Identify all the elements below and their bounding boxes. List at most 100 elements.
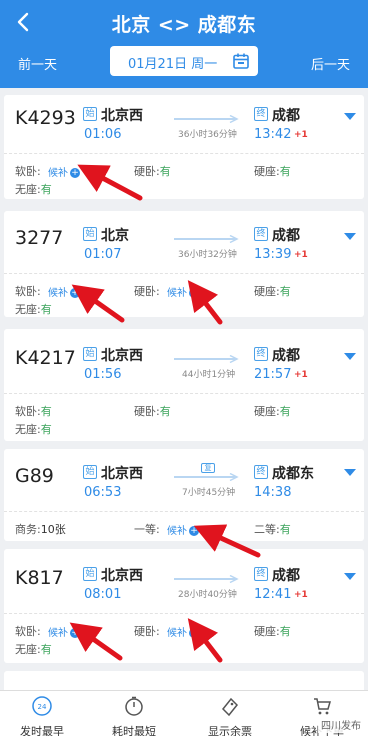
show-remaining-tickets-button[interactable]: 显示余票 bbox=[194, 695, 266, 736]
seat-label: 硬卧: bbox=[134, 285, 160, 298]
route-arrow-icon bbox=[174, 355, 239, 363]
divider bbox=[4, 613, 364, 614]
arrival-time: 12:41 bbox=[254, 587, 292, 602]
expand-chevron-icon[interactable] bbox=[344, 353, 356, 361]
duration: 36小时36分钟 bbox=[178, 130, 237, 140]
seat-hard-sleeper: 硬卧: bbox=[134, 283, 160, 299]
seat-value: 有 bbox=[40, 183, 52, 196]
arrival-station: 成都 bbox=[272, 568, 300, 584]
expand-chevron-icon[interactable] bbox=[344, 573, 356, 581]
next-day-button[interactable]: 后一天 bbox=[311, 54, 350, 73]
divider bbox=[4, 511, 364, 512]
seat-hard-seat: 硬座:有 bbox=[254, 403, 291, 419]
arrival-time: 13:42 bbox=[254, 127, 292, 142]
next-day-indicator: +1 bbox=[294, 250, 308, 260]
expand-chevron-icon[interactable] bbox=[344, 469, 356, 477]
sort-shortest-duration-button[interactable]: 耗时最短 bbox=[98, 695, 170, 736]
waitlist-button[interactable]: 候补 + bbox=[48, 284, 80, 299]
seat-hard-sleeper: 硬卧:有 bbox=[134, 403, 171, 419]
add-circle-icon: + bbox=[189, 288, 199, 298]
seat-first-class: 一等: bbox=[134, 521, 160, 537]
waitlist-button[interactable]: 候补 + bbox=[48, 164, 80, 179]
tab-label: 耗时最短 bbox=[112, 725, 156, 736]
train-card-k4293[interactable]: K4293 始 北京西 01:06 36小时36分钟 终 成都 13:42 +1… bbox=[4, 95, 364, 199]
arrival-station: 成都 bbox=[272, 108, 300, 124]
seat-label: 无座: bbox=[15, 643, 41, 656]
train-card-g89[interactable]: G89 始 北京西 06:53 复 7小时45分钟 终 成都东 14:38 商务… bbox=[4, 449, 364, 541]
waitlist-text: 候补 bbox=[167, 288, 187, 299]
departure-time: 08:01 bbox=[84, 587, 122, 602]
seat-standing: 无座:有 bbox=[15, 301, 52, 317]
sort-earliest-departure-button[interactable]: 24 发时最早 bbox=[6, 695, 78, 736]
departure-time: 01:56 bbox=[84, 367, 122, 382]
top-bar: 北京 <> 成都东 前一天 01月21日 周一 后一天 bbox=[0, 0, 368, 88]
watermark: 四川发布 bbox=[318, 716, 364, 733]
next-day-indicator: +1 bbox=[294, 130, 308, 140]
seat-label: 硬卧: bbox=[134, 405, 160, 418]
waitlist-text: 候补 bbox=[167, 628, 187, 639]
train-number: G89 bbox=[15, 465, 54, 487]
route-arrow-icon bbox=[174, 575, 239, 583]
seat-value: 有 bbox=[159, 405, 171, 418]
terminal-badge: 终 bbox=[254, 465, 268, 479]
svg-text:24: 24 bbox=[38, 703, 47, 711]
seat-value: 有 bbox=[279, 405, 291, 418]
ticket-icon bbox=[221, 697, 239, 717]
next-day-indicator: +1 bbox=[294, 590, 308, 600]
train-card-k4217[interactable]: K4217 始 北京西 01:56 44小时1分钟 终 成都 21:57 +1 … bbox=[4, 329, 364, 441]
tab-label: 发时最早 bbox=[20, 725, 64, 736]
arrival-station: 成都 bbox=[272, 228, 300, 244]
arrival-time: 14:38 bbox=[254, 485, 292, 500]
seat-label: 二等: bbox=[254, 523, 280, 536]
seat-label: 硬卧: bbox=[134, 625, 160, 638]
train-number: 3277 bbox=[15, 227, 64, 249]
add-circle-icon: + bbox=[189, 628, 199, 638]
seat-soft-sleeper: 软卧: bbox=[15, 283, 41, 299]
waitlist-button[interactable]: 候补 + bbox=[167, 624, 199, 639]
seat-label: 商务: bbox=[15, 523, 41, 536]
seat-standing: 无座:有 bbox=[15, 421, 52, 437]
duration: 7小时45分钟 bbox=[182, 488, 236, 498]
seat-value: 10张 bbox=[40, 523, 66, 536]
seat-label: 一等: bbox=[134, 523, 160, 536]
seat-label: 软卧: bbox=[15, 405, 41, 418]
seat-value: 有 bbox=[279, 165, 291, 178]
seat-hard-sleeper: 硬卧: bbox=[134, 623, 160, 639]
arrival-station: 成都 bbox=[272, 348, 300, 364]
seat-label: 硬座: bbox=[254, 285, 280, 298]
route-title: 北京 <> 成都东 bbox=[111, 14, 257, 36]
departure-station: 北京西 bbox=[101, 466, 143, 482]
seat-hard-seat: 硬座:有 bbox=[254, 283, 291, 299]
origin-badge: 始 bbox=[83, 567, 97, 581]
departure-station: 北京西 bbox=[101, 348, 143, 364]
seat-standing: 无座:有 bbox=[15, 181, 52, 197]
origin-badge: 始 bbox=[83, 465, 97, 479]
seat-soft-sleeper: 软卧: bbox=[15, 163, 41, 179]
seat-label: 软卧: bbox=[15, 165, 41, 178]
add-circle-icon: + bbox=[70, 288, 80, 298]
train-card-k817[interactable]: K817 始 北京西 08:01 28小时40分钟 终 成都 12:41 +1 … bbox=[4, 549, 364, 663]
add-circle-icon: + bbox=[189, 526, 199, 536]
train-card-3277[interactable]: 3277 始 北京 01:07 36小时32分钟 终 成都 13:39 +1 软… bbox=[4, 211, 364, 317]
seat-label: 无座: bbox=[15, 423, 41, 436]
departure-station: 北京西 bbox=[101, 108, 143, 124]
seat-label: 硬座: bbox=[254, 165, 280, 178]
prev-day-button[interactable]: 前一天 bbox=[18, 54, 57, 73]
train-number: K4217 bbox=[15, 347, 76, 369]
arrival-time: 13:39 bbox=[254, 247, 292, 262]
expand-chevron-icon[interactable] bbox=[344, 113, 356, 121]
waitlist-button[interactable]: 候补 + bbox=[167, 522, 199, 537]
expand-chevron-icon[interactable] bbox=[344, 233, 356, 241]
waitlist-button[interactable]: 候补 + bbox=[167, 284, 199, 299]
departure-time: 06:53 bbox=[84, 485, 122, 500]
departure-station: 北京西 bbox=[101, 568, 143, 584]
origin-badge: 始 bbox=[83, 347, 97, 361]
seat-value: 有 bbox=[40, 643, 52, 656]
seat-label: 无座: bbox=[15, 303, 41, 316]
seat-standing: 无座:有 bbox=[15, 641, 52, 657]
waitlist-button[interactable]: 候补 + bbox=[48, 624, 80, 639]
origin-badge: 始 bbox=[83, 107, 97, 121]
duration: 28小时40分钟 bbox=[178, 590, 237, 600]
seat-label: 无座: bbox=[15, 183, 41, 196]
date-selector[interactable]: 01月21日 周一 bbox=[110, 46, 258, 76]
